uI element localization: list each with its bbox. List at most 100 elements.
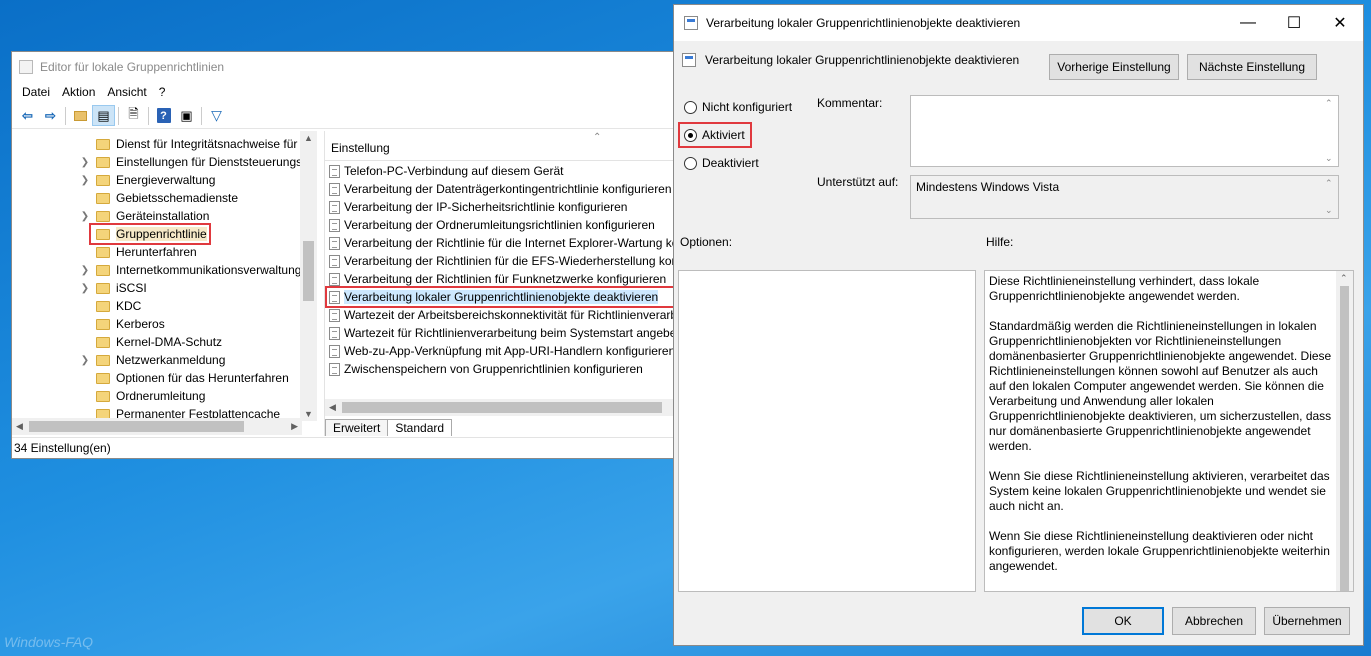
policy-dialog: Verarbeitung lokaler Gruppenrichtlinieno… <box>673 4 1364 646</box>
tree-item[interactable]: Kerberos <box>78 315 165 333</box>
tree-item[interactable]: ❯ Energieverwaltung <box>78 171 216 189</box>
expand-icon[interactable]: ❯ <box>78 283 92 294</box>
policy-icon <box>682 53 696 67</box>
list-item[interactable]: Web-zu-App-Verknüpfung mit App-URI-Handl… <box>329 342 675 360</box>
expand-icon[interactable]: ❯ <box>78 265 92 276</box>
forward-arrow-icon[interactable]: ⇨ <box>39 105 62 126</box>
scroll-right-icon[interactable]: ▶ <box>291 421 298 432</box>
list-item[interactable]: Verarbeitung der Datenträgerkontingentri… <box>329 180 672 198</box>
apply-button[interactable]: Übernehmen <box>1264 607 1350 635</box>
scroll-down-icon[interactable]: ⌄ <box>1325 153 1333 164</box>
list-item[interactable]: Telefon-PC-Verbindung auf diesem Gerät <box>329 162 563 180</box>
tree-item[interactable]: Ordnerumleitung <box>78 387 205 405</box>
menu-aktion[interactable]: Aktion <box>56 85 101 99</box>
radio-disabled[interactable]: Deaktiviert <box>684 156 759 170</box>
scroll-left-icon[interactable]: ◀ <box>329 402 336 413</box>
help-icon[interactable]: ? <box>152 105 175 126</box>
tree-item[interactable]: Gebietsschemadienste <box>78 189 238 207</box>
expand-icon[interactable]: ❯ <box>78 157 92 168</box>
show-hide-tree-icon[interactable]: ▤ <box>92 105 115 126</box>
list-item[interactable]: Wartezeit der Arbeitsbereichskonnektivit… <box>329 306 684 324</box>
tree-item[interactable]: ❯ iSCSI <box>78 279 147 297</box>
back-arrow-icon[interactable]: ⇦ <box>16 105 39 126</box>
help-scrollbar[interactable]: ⌃ <box>1336 271 1353 591</box>
scroll-down-icon[interactable]: ▼ <box>304 409 313 419</box>
scroll-thumb[interactable] <box>303 241 314 301</box>
scroll-thumb[interactable] <box>29 421 244 432</box>
scroll-thumb[interactable] <box>342 402 662 413</box>
supported-scrollbar[interactable]: ⌃ ⌄ <box>1321 176 1338 218</box>
list-item[interactable]: Verarbeitung der IP-Sicherheitsrichtlini… <box>329 198 627 216</box>
tree-item[interactable]: Dienst für Integritätsnachweise für G <box>78 135 310 153</box>
tree-horizontal-scrollbar[interactable]: ◀ ▶ <box>12 418 302 435</box>
gpedit-app-icon <box>19 59 33 74</box>
tree-item[interactable]: KDC <box>78 297 141 315</box>
dialog-title-bar: Verarbeitung lokaler Gruppenrichtlinieno… <box>674 5 1363 41</box>
folder-icon <box>96 138 110 150</box>
list-item[interactable]: Wartezeit für Richtlinienverarbeitung be… <box>329 324 683 342</box>
radio-not-configured[interactable]: Nicht konfiguriert <box>684 100 792 114</box>
highlight-box <box>325 286 679 308</box>
tree-item[interactable]: Kernel-DMA-Schutz <box>78 333 222 351</box>
folder-icon <box>96 282 110 294</box>
next-setting-button[interactable]: Nächste Einstellung <box>1187 54 1317 80</box>
help-text: Diese Richtlinieneinstellung verhindert,… <box>989 274 1333 589</box>
highlight-box <box>678 122 752 148</box>
scroll-left-icon[interactable]: ◀ <box>16 421 23 432</box>
list-item[interactable]: Verarbeitung der Ordnerumleitungsrichtli… <box>329 216 655 234</box>
policy-setting-icon <box>329 182 340 196</box>
cancel-button[interactable]: Abbrechen <box>1172 607 1256 635</box>
scroll-up-icon[interactable]: ⌃ <box>1325 98 1333 109</box>
expand-icon[interactable]: ❯ <box>78 175 92 186</box>
scroll-up-icon[interactable]: ⌃ <box>1325 178 1333 189</box>
help-paragraph: Diese Richtlinieneinstellung verhindert,… <box>989 274 1260 303</box>
comment-textarea[interactable]: ⌃ ⌄ <box>910 95 1339 167</box>
list-item[interactable]: Verarbeitung der Richtlinie für die Inte… <box>329 234 684 252</box>
tree-item[interactable]: ❯ Einstellungen für Dienststeuerungs- <box>78 153 306 171</box>
list-horizontal-scrollbar[interactable]: ◀ <box>325 399 684 416</box>
filter-icon[interactable]: ▽ <box>205 105 228 126</box>
scroll-up-icon[interactable]: ▲ <box>304 133 313 143</box>
editor-panes: Dienst für Integritätsnachweise für G ❯ E… <box>12 131 684 436</box>
radio-circle[interactable] <box>684 156 697 170</box>
previous-setting-button[interactable]: Vorherige Einstellung <box>1049 54 1179 80</box>
scroll-thumb[interactable] <box>1340 286 1349 591</box>
policy-setting-icon <box>329 164 340 178</box>
folder-icon <box>96 174 110 186</box>
column-header-einstellung[interactable]: Einstellung ⌃ <box>325 131 684 161</box>
up-folder-icon[interactable] <box>69 105 92 126</box>
tree-item[interactable]: Herunterfahren <box>78 243 197 261</box>
radio-circle[interactable] <box>684 100 697 114</box>
policy-setting-icon <box>329 218 340 232</box>
maximize-icon[interactable]: ☐ <box>1271 5 1317 41</box>
minimize-icon[interactable]: — <box>1225 5 1271 41</box>
properties-icon[interactable]: ▣ <box>175 105 198 126</box>
highlight-box <box>89 223 211 245</box>
folder-icon <box>96 318 110 330</box>
expand-icon[interactable]: ❯ <box>78 355 92 366</box>
tab-erweitert[interactable]: Erweitert <box>325 419 389 436</box>
menu-datei[interactable]: Datei <box>16 85 56 99</box>
list-item[interactable]: Zwischenspeichern von Gruppenrichtlinien… <box>329 360 643 378</box>
sort-up-icon: ⌃ <box>593 132 602 143</box>
ok-button[interactable]: OK <box>1082 607 1164 635</box>
scroll-down-icon[interactable]: ⌄ <box>1325 205 1333 216</box>
menu-ansicht[interactable]: Ansicht <box>101 85 152 99</box>
expand-icon[interactable]: ❯ <box>78 211 92 222</box>
list-item[interactable]: Verarbeitung der Richtlinien für die EFS… <box>329 252 684 270</box>
tree-vertical-scrollbar[interactable]: ▲ ▼ <box>300 131 317 421</box>
dialog-subtitle: Verarbeitung lokaler Gruppenrichtlinieno… <box>705 53 1020 67</box>
menu-help[interactable]: ? <box>153 85 172 99</box>
tab-standard[interactable]: Standard <box>387 419 453 436</box>
tree-item[interactable]: ❯ Netzwerkanmeldung <box>78 351 226 369</box>
policy-setting-icon <box>329 308 340 322</box>
scroll-up-icon[interactable]: ⌃ <box>1340 273 1348 284</box>
comment-scrollbar[interactable]: ⌃ ⌄ <box>1321 96 1338 166</box>
supported-label: Unterstützt auf: <box>817 175 899 189</box>
tree-item[interactable]: ❯ Internetkommunikationsverwaltung <box>78 261 302 279</box>
view-tabs: Erweitert Standard <box>325 418 453 436</box>
export-list-icon[interactable]: 🗎 <box>122 105 145 126</box>
options-panel <box>678 270 976 592</box>
tree-item[interactable]: Optionen für das Herunterfahren <box>78 369 289 387</box>
close-icon[interactable]: ✕ <box>1317 5 1363 41</box>
